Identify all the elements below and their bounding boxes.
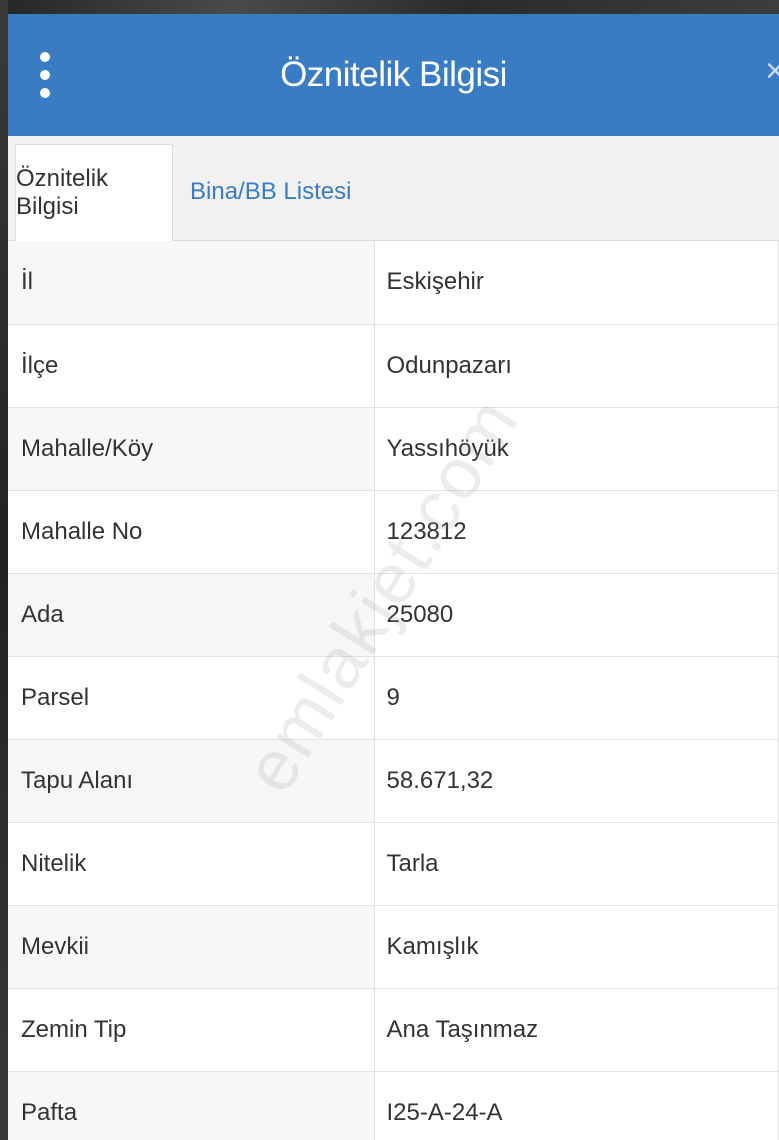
table-row: Nitelik Tarla — [8, 822, 779, 906]
attribute-value: 25080 — [374, 573, 779, 657]
attribute-value: Odunpazarı — [374, 324, 779, 408]
table-row: Ada 25080 — [8, 573, 779, 657]
attribute-value: I25-A-24-A — [374, 1071, 779, 1140]
table-row: Mahalle/Köy Yassıhöyük — [8, 407, 779, 491]
attribute-table: İl Eskişehir İlçe Odunpazarı Mahalle/Köy… — [8, 241, 779, 1140]
attribute-key: İlçe — [8, 324, 375, 408]
attribute-value: 9 — [374, 656, 779, 740]
vertical-dots-icon[interactable] — [34, 52, 56, 98]
table-row: Zemin Tip Ana Taşınmaz — [8, 988, 779, 1072]
tab-attribute-info[interactable]: Öznitelik Bilgisi — [15, 144, 173, 241]
panel-header: Öznitelik Bilgisi × — [8, 14, 779, 136]
attribute-key: Parsel — [8, 656, 375, 740]
attribute-key: Tapu Alanı — [8, 739, 375, 823]
attribute-key: Pafta — [8, 1071, 375, 1140]
attribute-value: Yassıhöyük — [374, 407, 779, 491]
attribute-value: Tarla — [374, 822, 779, 906]
attribute-value: Kamışlık — [374, 905, 779, 989]
attribute-value: 58.671,32 — [374, 739, 779, 823]
table-row: Pafta I25-A-24-A — [8, 1071, 779, 1140]
table-row: Mahalle No 123812 — [8, 490, 779, 574]
attribute-key: İl — [8, 241, 375, 325]
table-row: Mevkii Kamışlık — [8, 905, 779, 989]
attribute-key: Zemin Tip — [8, 988, 375, 1072]
table-row: Tapu Alanı 58.671,32 — [8, 739, 779, 823]
tab-bar: Öznitelik Bilgisi Bina/BB Listesi — [8, 136, 779, 241]
attribute-value: Eskişehir — [374, 241, 779, 325]
background-edge — [0, 0, 8, 1140]
attribute-panel: Öznitelik Bilgisi × Öznitelik Bilgisi Bi… — [8, 14, 779, 1140]
background-strip — [0, 0, 779, 14]
attribute-key: Mahalle No — [8, 490, 375, 574]
attribute-key: Mevkii — [8, 905, 375, 989]
panel-title: Öznitelik Bilgisi — [280, 55, 507, 94]
attribute-key: Nitelik — [8, 822, 375, 906]
attribute-key: Mahalle/Köy — [8, 407, 375, 491]
close-icon[interactable]: × — [765, 54, 779, 88]
table-row: İl Eskişehir — [8, 241, 779, 325]
table-row: Parsel 9 — [8, 656, 779, 740]
tab-building-list[interactable]: Bina/BB Listesi — [190, 144, 351, 240]
attribute-value: 123812 — [374, 490, 779, 574]
attribute-key: Ada — [8, 573, 375, 657]
attribute-value: Ana Taşınmaz — [374, 988, 779, 1072]
table-row: İlçe Odunpazarı — [8, 324, 779, 408]
